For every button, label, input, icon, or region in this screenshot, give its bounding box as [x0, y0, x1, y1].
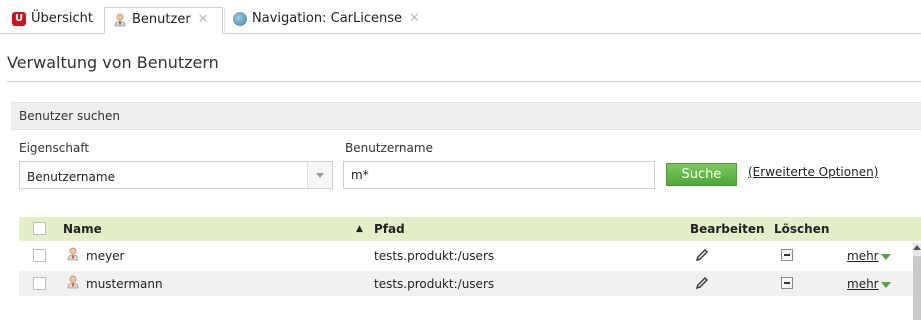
- scroll-up-arrow-icon[interactable]: [913, 244, 921, 252]
- username-input[interactable]: [343, 161, 655, 189]
- username-label: Benutzername: [345, 141, 433, 155]
- tab-bar: U Übersicht Benutzer ✕ Navigation: CarLi…: [0, 0, 921, 34]
- search-button[interactable]: Suche: [666, 163, 737, 186]
- close-icon[interactable]: ✕: [198, 12, 209, 27]
- app-logo-icon: U: [12, 12, 26, 26]
- user-icon: [67, 275, 79, 289]
- chevron-down-icon[interactable]: [307, 162, 332, 188]
- delete-icon[interactable]: [781, 249, 793, 261]
- chevron-down-icon[interactable]: [881, 282, 891, 288]
- advanced-options-link[interactable]: (Erweiterte Optionen): [748, 165, 878, 179]
- tab-label: Benutzer: [132, 12, 191, 27]
- row-checkbox[interactable]: [33, 249, 46, 262]
- search-panel-title: Benutzer suchen: [19, 109, 121, 123]
- property-label: Eigenschaft: [19, 141, 90, 155]
- table-row[interactable]: meyer tests.produkt:/users mehr: [19, 243, 921, 268]
- more-link[interactable]: mehr: [847, 277, 879, 291]
- tab-navigation[interactable]: Navigation: CarLicense ✕: [224, 7, 436, 33]
- user-name[interactable]: meyer: [86, 249, 125, 263]
- tab-label: Navigation: CarLicense: [252, 11, 403, 26]
- table-row[interactable]: mustermann tests.produkt:/users mehr: [19, 271, 921, 296]
- more-link[interactable]: mehr: [847, 249, 879, 263]
- select-all-checkbox[interactable]: [33, 222, 46, 235]
- column-header-path[interactable]: Pfad: [374, 222, 405, 236]
- user-icon: [114, 13, 126, 27]
- navigation-icon: [233, 12, 247, 26]
- table-header: Name ▲ Pfad Bearbeiten Löschen: [19, 217, 921, 241]
- column-header-name[interactable]: Name: [63, 222, 102, 236]
- user-path: tests.produkt:/users: [374, 277, 495, 291]
- column-header-delete: Löschen: [774, 222, 830, 236]
- pencil-icon[interactable]: [694, 275, 710, 291]
- page-title: Verwaltung von Benutzern: [7, 53, 219, 72]
- tab-overview[interactable]: U Übersicht: [4, 7, 103, 33]
- close-icon[interactable]: ✕: [409, 11, 420, 26]
- user-icon: [67, 247, 79, 261]
- chevron-down-icon[interactable]: [881, 254, 891, 260]
- tab-users[interactable]: Benutzer ✕: [104, 7, 223, 34]
- row-checkbox[interactable]: [33, 277, 46, 290]
- column-header-edit: Bearbeiten: [690, 222, 765, 236]
- user-path: tests.produkt:/users: [374, 249, 495, 263]
- delete-icon[interactable]: [781, 277, 793, 289]
- divider: [7, 81, 921, 82]
- sort-ascending-icon[interactable]: ▲: [356, 224, 363, 234]
- tab-label: Übersicht: [31, 11, 93, 26]
- property-select[interactable]: Benutzername: [19, 161, 333, 189]
- search-panel-header: Benutzer suchen: [11, 102, 921, 130]
- scrollbar-thumb[interactable]: [913, 256, 921, 320]
- user-name[interactable]: mustermann: [86, 277, 163, 291]
- property-select-value: Benutzername: [27, 170, 115, 184]
- pencil-icon[interactable]: [694, 247, 710, 263]
